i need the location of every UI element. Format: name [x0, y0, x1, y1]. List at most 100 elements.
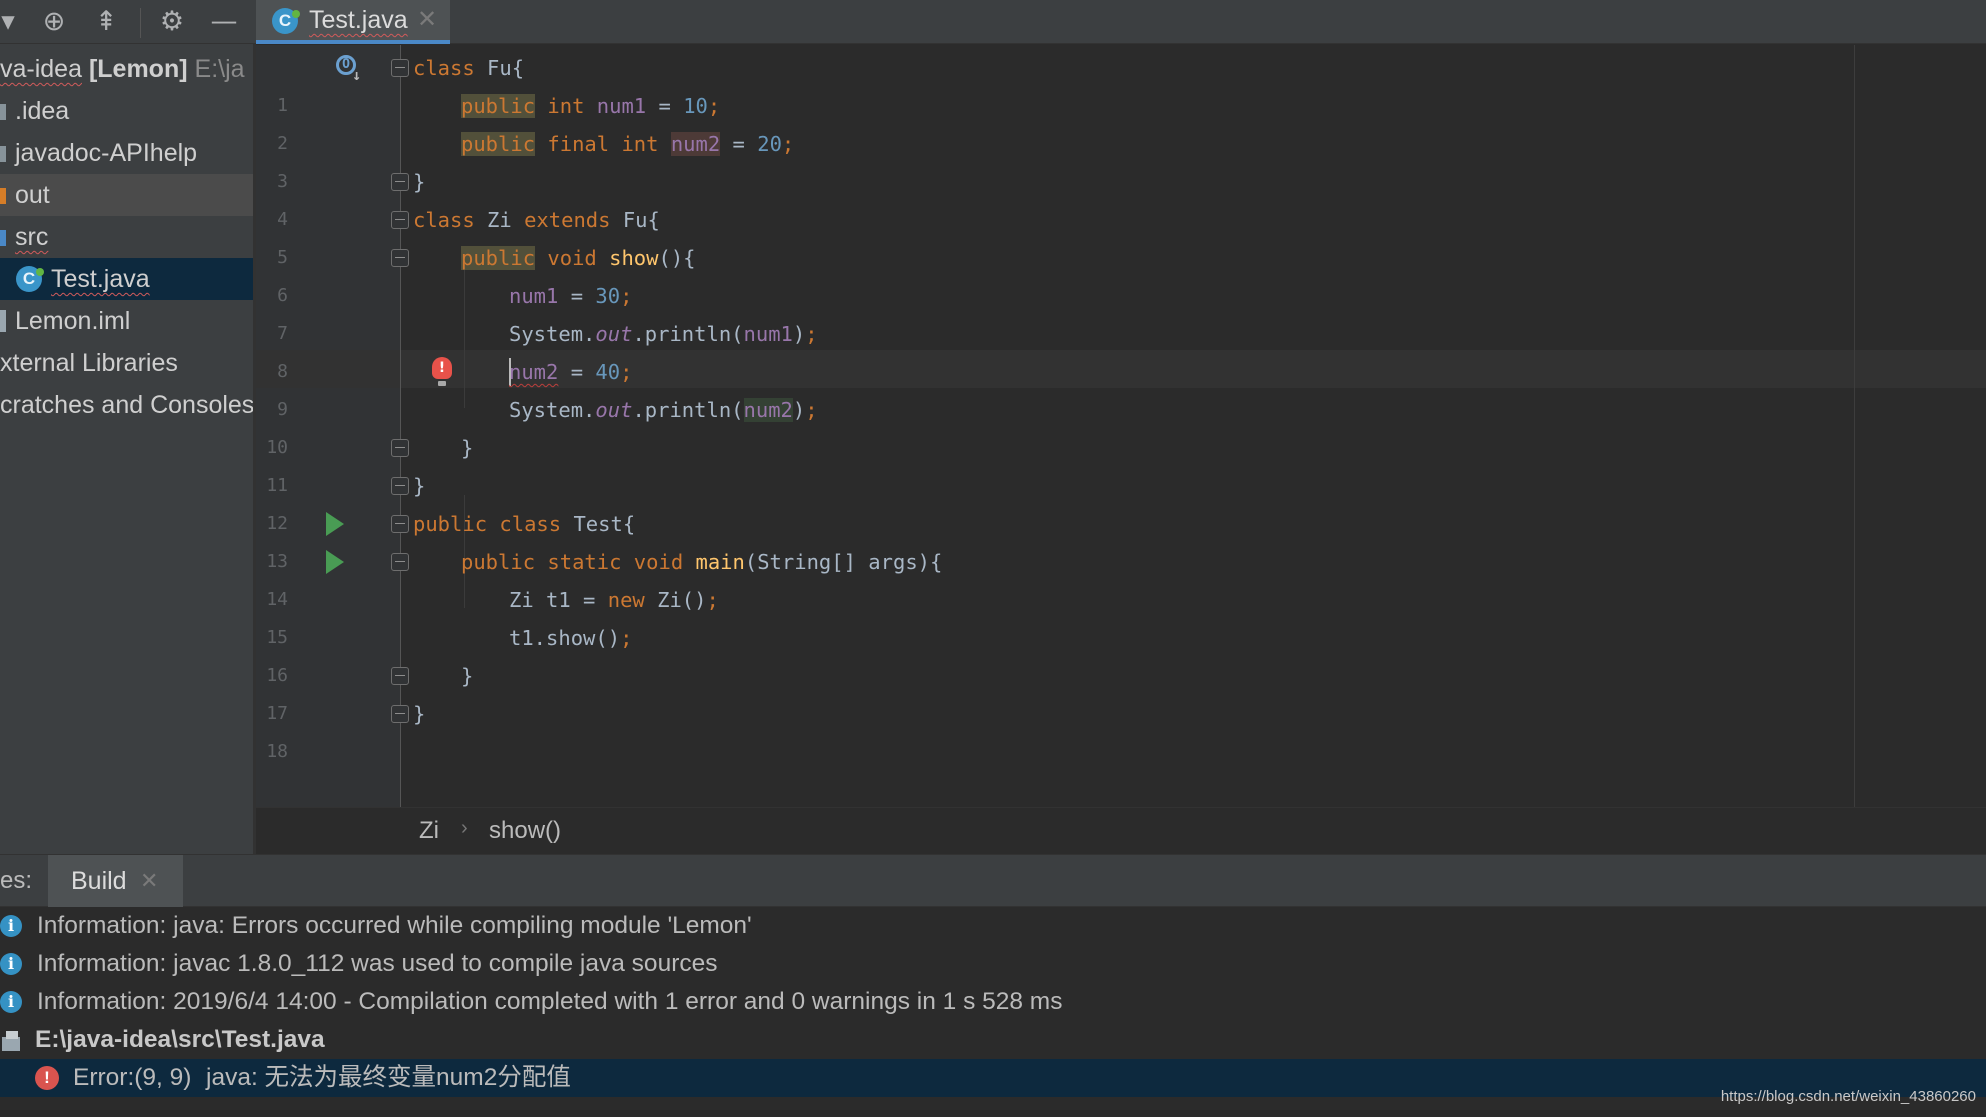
build-messages: i Information: java: Errors occurred whi…: [0, 907, 1986, 1117]
fold-toggle[interactable]: [391, 249, 409, 267]
java-class-icon: C: [272, 8, 300, 34]
fold-toggle[interactable]: [391, 211, 409, 229]
field-name: num2: [743, 398, 793, 422]
build-file-node[interactable]: E:\java-idea\src\Test.java: [0, 1021, 1986, 1059]
code-line: 17 }: [256, 657, 1986, 724]
operator: =: [558, 360, 596, 384]
tree-item-idea[interactable]: .idea: [0, 90, 253, 132]
field-name: num2: [670, 132, 721, 156]
breadcrumb-item[interactable]: Zi: [419, 817, 439, 845]
hide-icon[interactable]: —: [206, 4, 242, 40]
keyword: public: [461, 132, 536, 156]
code-line: 13 public class Test{: [256, 505, 1986, 572]
breadcrumb-item[interactable]: show(): [489, 817, 561, 845]
keyword: new: [607, 588, 645, 612]
method-name: show: [609, 246, 659, 270]
collapse-all-icon[interactable]: ⇞: [88, 4, 124, 40]
field-name: num1: [509, 284, 559, 308]
method-call: .println(: [632, 398, 744, 422]
code-text: ): [792, 322, 806, 346]
run-icon[interactable]: [326, 550, 344, 574]
info-icon: i: [0, 991, 22, 1013]
build-error-message[interactable]: ! Error:(9, 9) java: 无法为最终变量num2分配值: [0, 1059, 1986, 1097]
editor-tab-bar: C Test.java ✕: [256, 0, 1986, 44]
code-text: Test{: [561, 512, 636, 536]
fold-toggle[interactable]: [391, 705, 409, 723]
error-bulb-icon[interactable]: !: [432, 357, 452, 386]
tree-item-label: src: [15, 223, 49, 251]
fold-toggle[interactable]: [391, 173, 409, 191]
fold-toggle[interactable]: [391, 59, 409, 77]
keyword: extends: [524, 208, 611, 232]
tree-item-scratches[interactable]: cratches and Consoles: [0, 384, 253, 426]
code-text: }: [413, 170, 426, 194]
code-text: Zi t1 =: [509, 588, 608, 612]
semicolon: ;: [706, 588, 719, 612]
info-icon: i: [0, 953, 22, 975]
fold-toggle[interactable]: [391, 439, 409, 457]
project-tree: va-idea [Lemon] E:\ja .idea javadoc-APIh…: [0, 44, 253, 854]
tree-item-lemon-iml[interactable]: Lemon.iml: [0, 300, 253, 342]
tree-root[interactable]: va-idea [Lemon] E:\ja: [0, 48, 253, 90]
dropdown-arrow-icon[interactable]: ▾: [0, 4, 26, 40]
tree-item-test-java[interactable]: C Test.java: [0, 258, 253, 300]
build-message[interactable]: i Information: java: Errors occurred whi…: [0, 907, 1986, 945]
keyword: void: [535, 246, 610, 270]
project-toolbar: ▾ ⊕ ⇞ ⚙ —: [0, 0, 256, 44]
close-icon[interactable]: ✕: [417, 5, 437, 34]
tab-test-java[interactable]: C Test.java ✕: [256, 0, 450, 44]
code-text: (){: [658, 246, 696, 270]
tab-label: Build: [71, 867, 127, 895]
overridden-icon[interactable]: O: [336, 55, 361, 82]
close-icon[interactable]: ✕: [140, 868, 158, 894]
operator: =: [558, 284, 596, 308]
code-line: 7 num1 = 30;: [256, 277, 1986, 344]
keyword: public: [461, 94, 536, 118]
tab-label: Test.java: [309, 6, 408, 34]
tree-item-out[interactable]: out: [0, 174, 253, 216]
keyword: class: [413, 56, 475, 80]
semicolon: ;: [620, 360, 633, 384]
tree-item-external-libraries[interactable]: xternal Libraries: [0, 342, 253, 384]
method-name: main: [695, 550, 745, 574]
code-line: 16 t1.show();: [256, 619, 1986, 686]
operator: =: [720, 132, 758, 156]
tree-item-src[interactable]: src: [0, 216, 253, 258]
code-line: 12 }: [256, 467, 1986, 534]
line-number: 18: [266, 741, 288, 762]
locate-icon[interactable]: ⊕: [36, 4, 72, 40]
semicolon: ;: [805, 398, 818, 422]
run-icon[interactable]: [326, 512, 344, 536]
code-text: }: [461, 436, 474, 460]
code-editor[interactable]: 1 O class Fu{ 2 public int num1 = 10; 3 …: [256, 45, 1986, 807]
java-class-icon: C: [16, 266, 44, 292]
tree-item-label: cratches and Consoles: [0, 391, 253, 419]
static-field: out: [595, 398, 633, 422]
tree-item-label: out: [15, 181, 50, 209]
build-message[interactable]: i Information: javac 1.8.0_112 was used …: [0, 945, 1986, 983]
message-text: Information: java: Errors occurred while…: [37, 912, 752, 939]
error-location: Error:(9, 9): [73, 1064, 192, 1091]
class-name: System.: [509, 322, 596, 346]
fold-toggle[interactable]: [391, 515, 409, 533]
code-line: 4 }: [256, 163, 1986, 230]
code-line: 2 public int num1 = 10;: [256, 87, 1986, 154]
panel-prefix-label: es:: [0, 867, 33, 894]
build-message[interactable]: i Information: 2019/6/4 14:00 - Compilat…: [0, 983, 1986, 1021]
semicolon: ;: [805, 322, 818, 346]
code-line: 1 O class Fu{: [256, 49, 1986, 116]
fold-toggle[interactable]: [391, 553, 409, 571]
tab-build[interactable]: Build ✕: [48, 855, 183, 907]
tree-item-label: xternal Libraries: [0, 349, 178, 377]
semicolon: ;: [620, 284, 633, 308]
tree-item-javadoc[interactable]: javadoc-APIhelp: [0, 132, 253, 174]
root-path: E:\ja: [194, 55, 245, 83]
number: 40: [595, 360, 621, 384]
fold-toggle[interactable]: [391, 667, 409, 685]
fold-toggle[interactable]: [391, 477, 409, 495]
gear-icon[interactable]: ⚙: [154, 4, 190, 40]
root-module: [Lemon]: [88, 55, 188, 83]
folder-icon: [0, 146, 6, 162]
code-line: 6 public void show(){: [256, 239, 1986, 306]
static-field: out: [595, 322, 633, 346]
